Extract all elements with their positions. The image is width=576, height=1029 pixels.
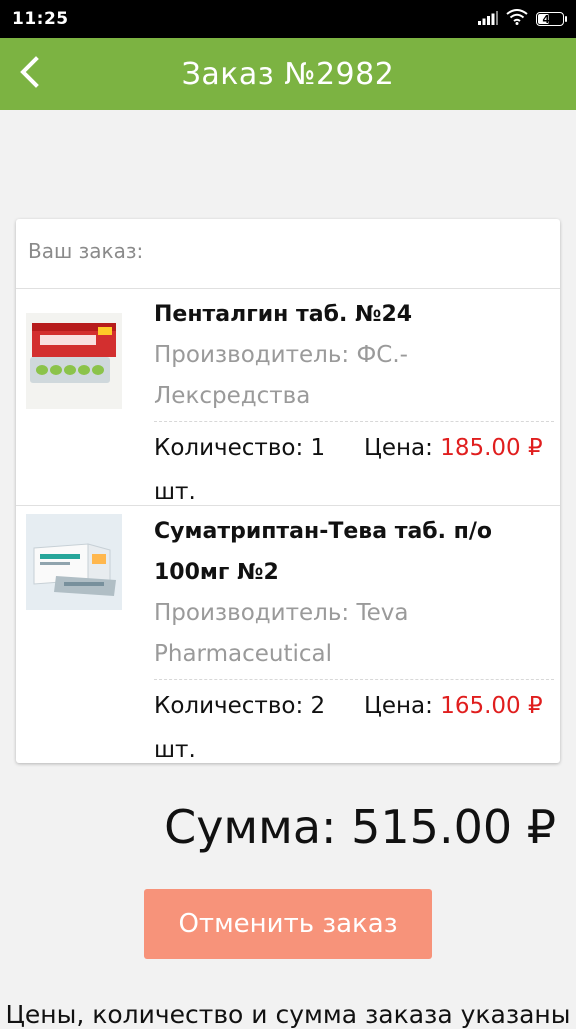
item-manufacturer: Производитель: ФС.-Лексредства [154, 335, 554, 422]
battery-icon: 45 [536, 12, 567, 26]
signal-icon [478, 10, 498, 29]
order-total: Сумма: 515.00 ₽ [164, 800, 556, 854]
battery-percent: 45 [542, 12, 558, 26]
page-title: Заказ №2982 [181, 56, 395, 92]
item-manufacturer: Производитель: Teva Pharmaceutical [154, 593, 554, 680]
item-details: Количество: 2 шт. Цена: 165.00 ₽ [154, 680, 554, 763]
order-label: Ваш заказ: [16, 219, 560, 289]
order-card: Ваш заказ: Пенталгин таб. №24 Производит… [16, 219, 560, 763]
price-value: 165.00 ₽ [440, 693, 543, 719]
item-details: Количество: 1 шт. Цена: 185.00 ₽ [154, 422, 554, 510]
cancel-order-button[interactable]: Отменить заказ [144, 889, 432, 959]
order-item[interactable]: Пенталгин таб. №24 Производитель: ФС.-Ле… [16, 289, 560, 506]
wifi-icon [506, 9, 528, 29]
item-price: Цена: 165.00 ₽ [364, 684, 543, 728]
item-quantity: Количество: 1 шт. [154, 435, 326, 505]
item-price: Цена: 185.00 ₽ [364, 426, 543, 470]
item-name: Суматриптан-Тева таб. п/о 100мг №2 [154, 519, 493, 585]
price-label: Цена: [364, 693, 433, 719]
back-button[interactable] [8, 52, 52, 96]
footer-note: Цены, количество и сумма заказа указаны [5, 1000, 571, 1029]
order-item[interactable]: Суматриптан-Тева таб. п/о 100мг №2 Произ… [16, 506, 560, 763]
product-image [26, 514, 122, 610]
price-label: Цена: [364, 435, 433, 461]
status-icons: 45 [478, 9, 567, 29]
item-name: Пенталгин таб. №24 [154, 302, 413, 327]
status-time: 11:25 [12, 9, 69, 29]
price-value: 185.00 ₽ [440, 435, 543, 461]
status-bar: 11:25 45 [0, 0, 576, 38]
item-info: Пенталгин таб. №24 Производитель: ФС.-Ле… [154, 289, 554, 510]
app-bar: Заказ №2982 [0, 38, 576, 110]
back-arrow-icon [18, 55, 42, 93]
item-quantity: Количество: 2 шт. [154, 693, 326, 763]
product-image [26, 313, 122, 409]
item-info: Суматриптан-Тева таб. п/о 100мг №2 Произ… [154, 506, 554, 763]
